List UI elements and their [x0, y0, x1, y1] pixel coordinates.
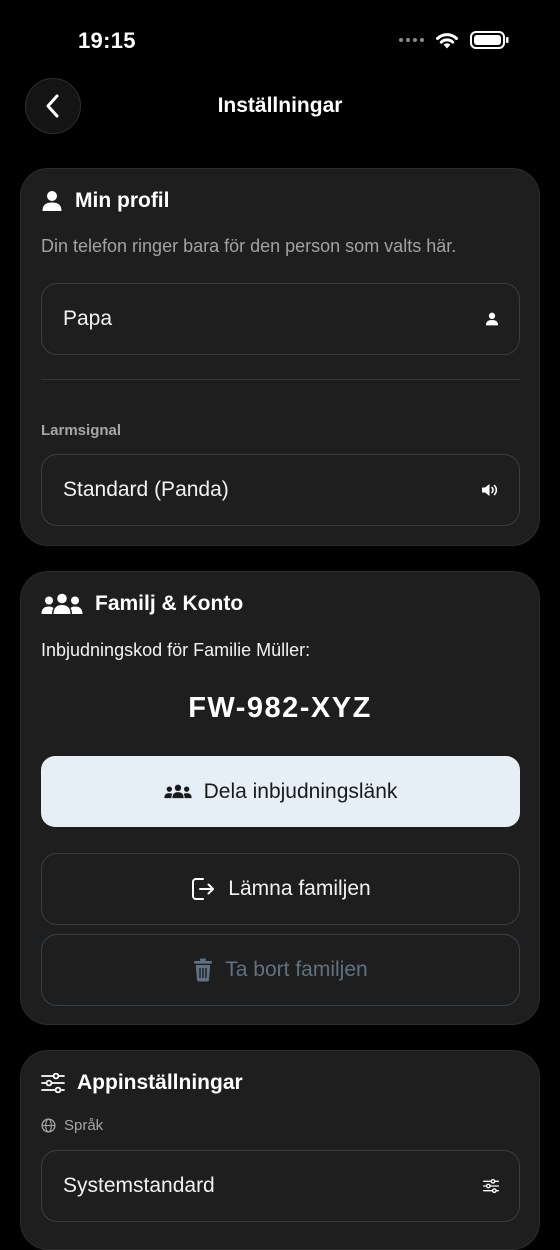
page-title: Inställningar [217, 94, 343, 117]
group-icon [163, 784, 192, 799]
language-label-row: Språk [41, 1117, 103, 1134]
wifi-icon [436, 33, 458, 49]
delete-family-button[interactable]: Ta bort familjen [41, 934, 520, 1006]
profile-card: Min profil Din telefon ringer bara för d… [20, 168, 540, 546]
profile-description: Din telefon ringer bara för den person s… [41, 236, 457, 256]
status-bar: 19:15 [0, 0, 560, 80]
person-icon [42, 191, 62, 211]
person-select-field[interactable]: Papa [41, 283, 520, 355]
family-card-title: Familj & Konto [95, 592, 244, 615]
leave-family-button[interactable]: Lämna familjen [41, 853, 520, 925]
app-settings-card-title: Appinställningar [77, 1071, 243, 1094]
status-time: 19:15 [78, 28, 136, 53]
trash-icon [194, 958, 213, 982]
language-select-value: Systemstandard [63, 1174, 215, 1197]
share-invite-link-button[interactable]: Dela inbjudningslänk [41, 756, 520, 827]
status-icons [399, 30, 510, 50]
family-card-header: Familj & Konto [41, 592, 243, 616]
app-settings-card-header: Appinställningar [41, 1071, 243, 1095]
alarm-signal-value: Standard (Panda) [63, 478, 229, 501]
person-select-value: Papa [63, 307, 113, 330]
globe-icon [41, 1118, 56, 1133]
profile-divider [41, 379, 520, 380]
language-label: Språk [64, 1117, 104, 1134]
invite-code-label: Inbjudningskod för Familie Müller: [41, 640, 311, 660]
speaker-icon [482, 484, 498, 496]
battery-icon [470, 31, 509, 49]
nav-bar: Inställningar [0, 78, 560, 136]
group-icon [41, 593, 83, 614]
app-settings-card: Appinställningar Språk Systemstandard [20, 1050, 540, 1250]
profile-card-header: Min profil [41, 189, 169, 213]
logout-icon [192, 878, 215, 900]
profile-card-title: Min profil [75, 189, 170, 212]
language-select-field[interactable]: Systemstandard [41, 1150, 520, 1222]
share-invite-link-label: Dela inbjudningslänk [203, 779, 398, 803]
leave-family-label: Lämna familjen [228, 877, 371, 900]
invite-code: FW-982-XYZ [188, 692, 372, 724]
alarm-signal-field[interactable]: Standard (Panda) [41, 454, 520, 526]
sliders-icon [41, 1073, 65, 1093]
cellular-signal-icon [399, 38, 424, 42]
alarm-signal-label: Larmsignal [41, 422, 122, 439]
sliders-icon [483, 1179, 499, 1193]
person-icon [485, 312, 499, 326]
family-card: Familj & Konto Inbjudningskod för Famili… [20, 571, 540, 1025]
delete-family-label: Ta bort familjen [225, 958, 368, 981]
